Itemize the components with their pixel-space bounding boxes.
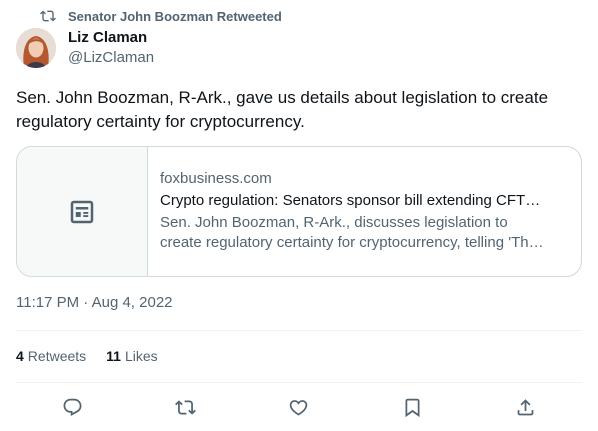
retweets-number: 4: [16, 348, 24, 364]
avatar[interactable]: [16, 28, 56, 68]
link-card-thumbnail: [17, 147, 148, 276]
like-button[interactable]: [288, 396, 310, 418]
share-icon: [517, 398, 534, 415]
divider: [16, 382, 582, 383]
retweet-icon: [40, 10, 56, 22]
like-icon: [290, 399, 308, 416]
tweet-actions: [16, 392, 582, 422]
link-card-body: foxbusiness.com Crypto regulation: Senat…: [148, 147, 558, 276]
reply-button[interactable]: [62, 396, 84, 418]
avatar-image: [16, 28, 56, 68]
timestamp-separator: ·: [79, 294, 92, 311]
bookmark-button[interactable]: [401, 396, 423, 418]
tweet-date[interactable]: Aug 4, 2022: [92, 294, 173, 311]
tweet-timestamp[interactable]: 11:17 PM · Aug 4, 2022: [16, 292, 173, 314]
likes-count[interactable]: 11 Likes: [106, 346, 158, 366]
tweet-stats: 4 Retweets 11 Likes: [16, 346, 158, 366]
likes-number: 11: [106, 348, 121, 364]
retweet-context-label: Senator John Boozman Retweeted: [68, 8, 282, 24]
divider: [16, 330, 582, 331]
article-icon: [70, 200, 94, 223]
link-card[interactable]: foxbusiness.com Crypto regulation: Senat…: [16, 146, 582, 277]
author-name[interactable]: Liz Claman: [68, 28, 154, 48]
tweet-time[interactable]: 11:17 PM: [16, 294, 79, 311]
retweets-count[interactable]: 4 Retweets: [16, 346, 86, 366]
link-card-domain: foxbusiness.com: [160, 170, 272, 187]
tweet-text: Sen. John Boozman, R-Ark., gave us detai…: [16, 88, 549, 131]
tweet: Senator John Boozman Retweeted Liz Clama…: [0, 0, 598, 431]
retweet-button[interactable]: [175, 396, 197, 418]
retweets-label: Retweets: [27, 348, 87, 364]
link-card-title: Crypto regulation: Senators sponsor bill…: [160, 192, 546, 209]
likes-label: Likes: [124, 348, 158, 364]
author[interactable]: Liz Claman @LizClaman: [68, 28, 154, 68]
retweet-context[interactable]: Senator John Boozman Retweeted: [40, 6, 282, 26]
retweet-icon: [175, 399, 197, 415]
bookmark-icon: [405, 398, 420, 417]
reply-icon: [63, 398, 82, 416]
author-handle[interactable]: @LizClaman: [68, 48, 154, 68]
link-card-description: Sen. John Boozman, R-Ark., discusses leg…: [160, 214, 537, 251]
share-button[interactable]: [514, 396, 536, 418]
